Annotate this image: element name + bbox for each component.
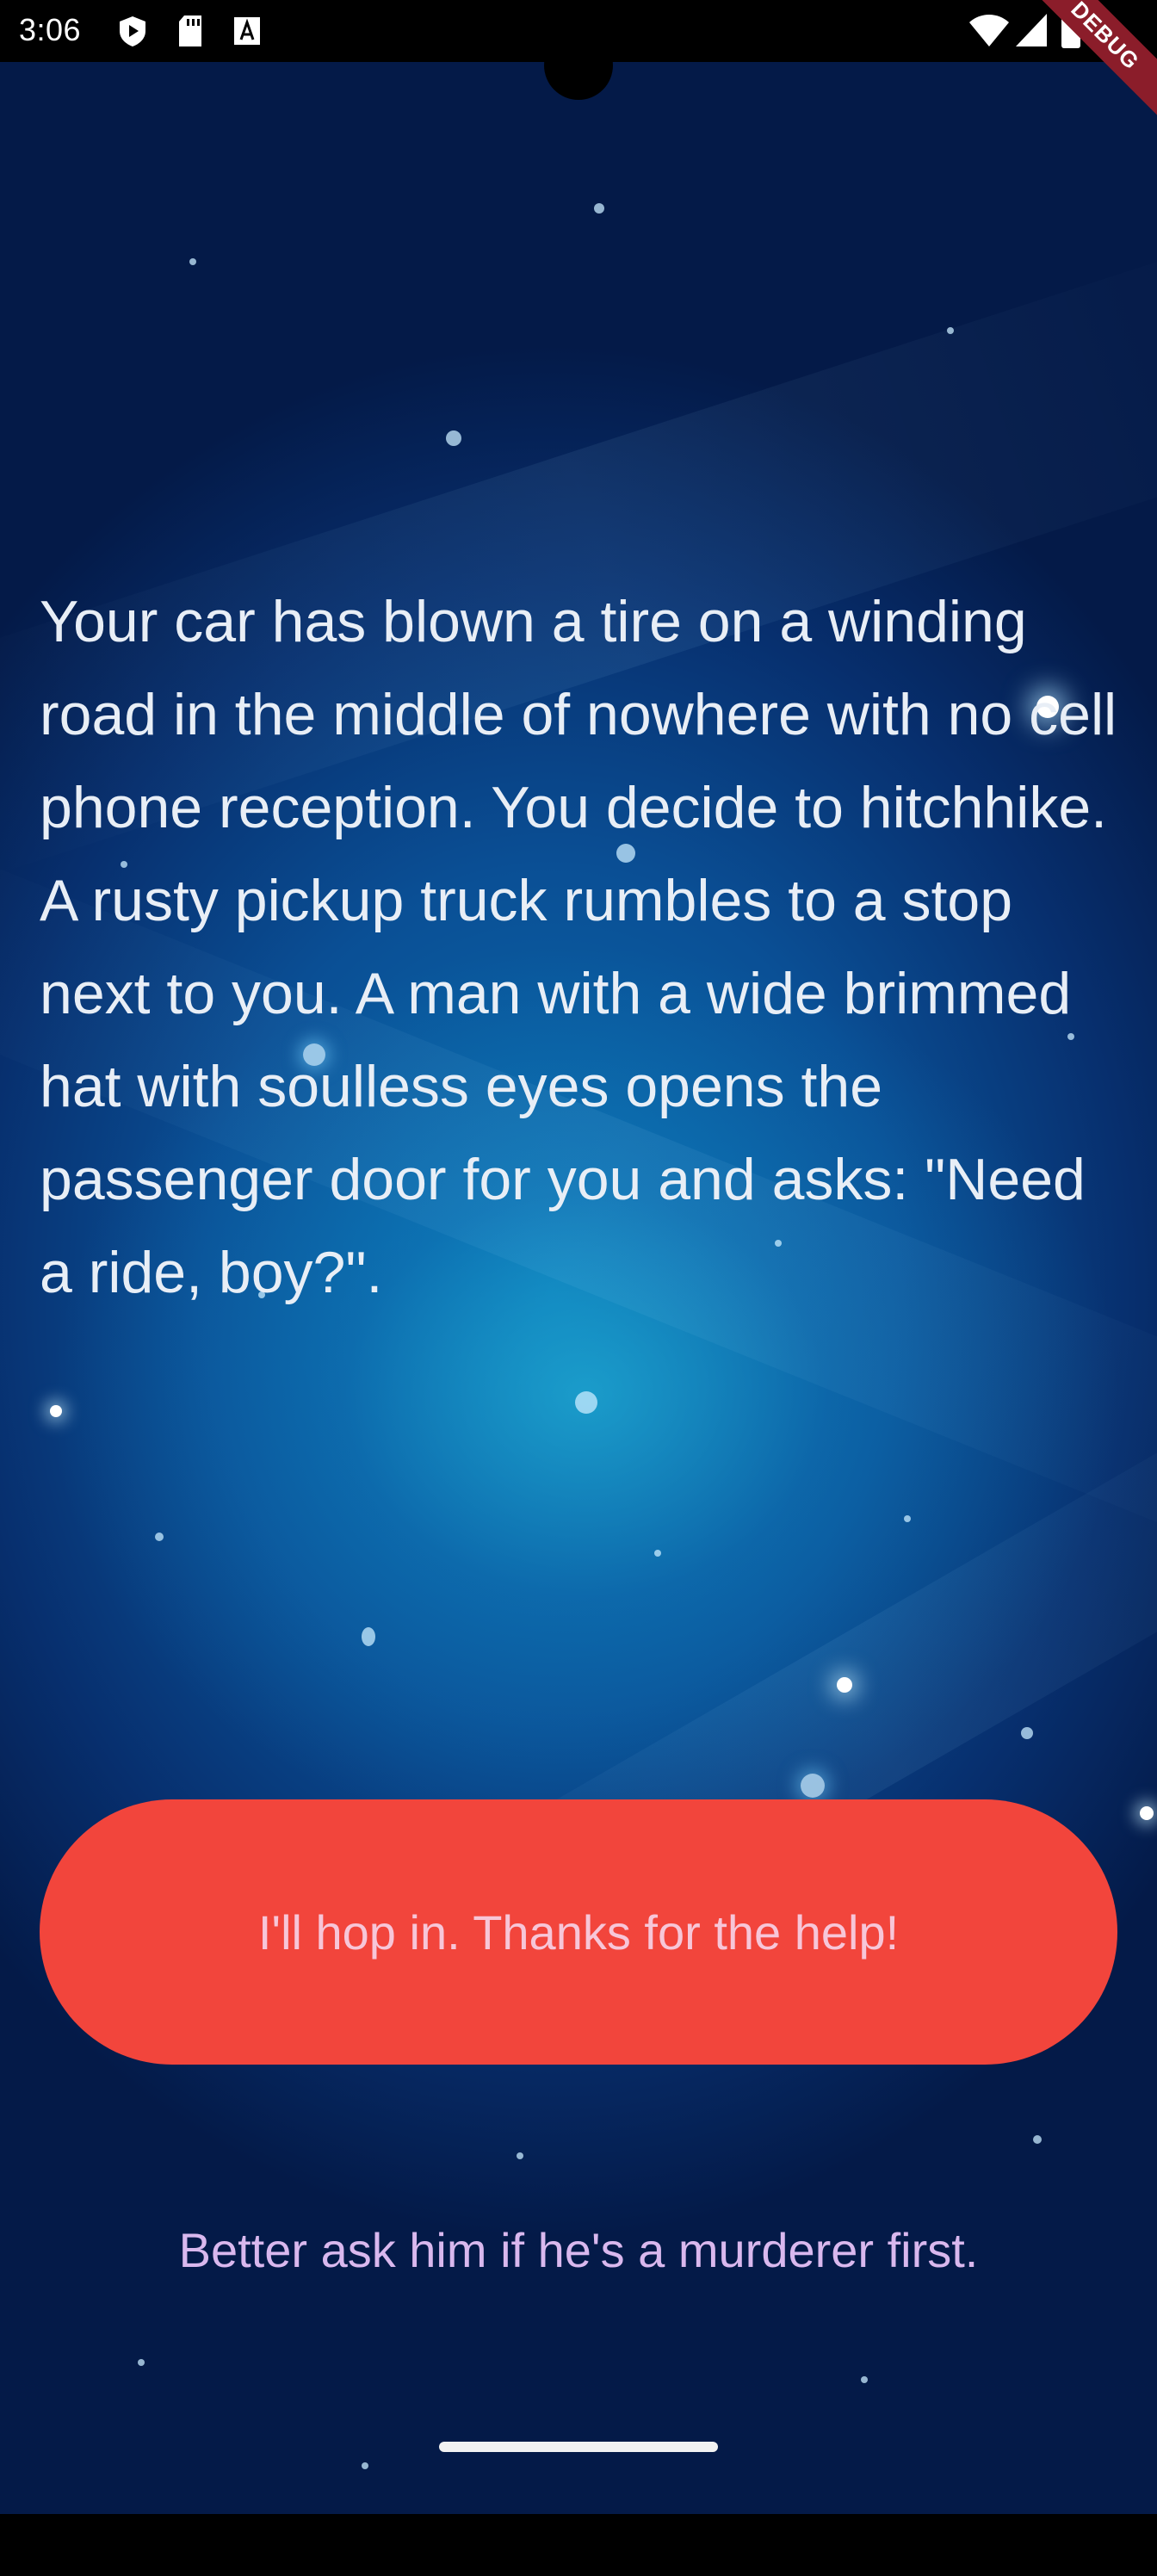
secondary-choice-button[interactable]: Better ask him if he's a murderer first. [0, 2213, 1157, 2287]
primary-choice-label: I'll hop in. Thanks for the help! [257, 1904, 900, 1960]
sd-card-icon [176, 14, 205, 53]
secondary-choice-label: Better ask him if he's a murderer first. [178, 2222, 979, 2277]
play-protect-icon [115, 14, 150, 53]
home-indicator[interactable] [439, 2442, 718, 2452]
story-screen: 3:06 DEBUG Your car has blown a tire on … [0, 0, 1157, 2576]
status-time: 3:06 [19, 12, 82, 47]
front-camera-cutout [544, 31, 613, 100]
status-bar: 3:06 DEBUG [0, 0, 1157, 123]
signal-icon [1014, 12, 1049, 53]
primary-choice-button[interactable]: I'll hop in. Thanks for the help! [40, 1799, 1117, 2065]
navigation-bar [0, 2514, 1157, 2576]
wifi-icon [968, 12, 1011, 53]
accessibility-icon [232, 14, 262, 53]
story-text: Your car has blown a tire on a winding r… [40, 589, 1117, 1305]
